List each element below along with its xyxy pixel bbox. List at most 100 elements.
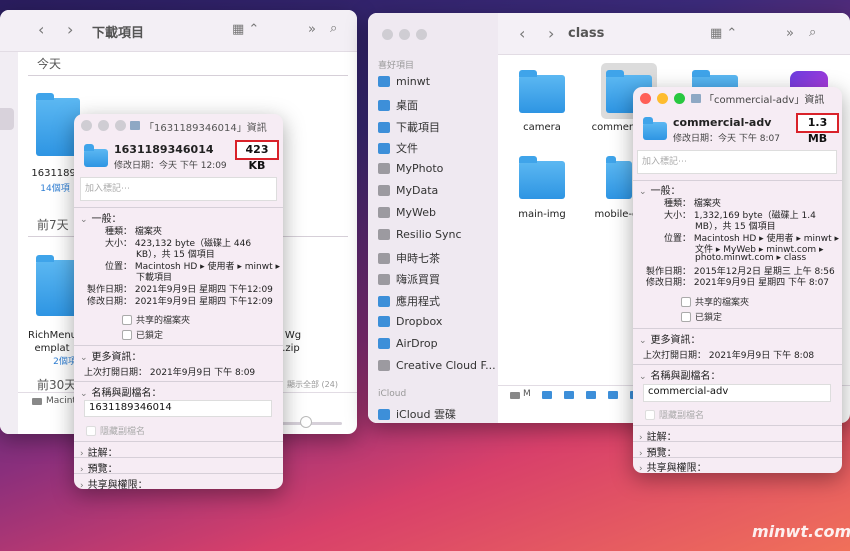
sidebar-item-minwt[interactable]: minwt [378, 75, 430, 88]
folder-title-icon [130, 121, 140, 130]
divider [74, 457, 283, 458]
general-section[interactable]: ⌄ 一般： [639, 182, 681, 197]
locked-checkbox[interactable]: 已鎖定 [122, 328, 163, 341]
checkbox-box[interactable] [122, 329, 132, 340]
zoom-slider-knob[interactable] [300, 416, 312, 428]
folder-icon[interactable] [586, 391, 596, 399]
sidebar-item-label: MyPhoto [396, 162, 444, 175]
more-icon[interactable]: » [308, 22, 316, 37]
checkbox-box[interactable] [681, 296, 691, 307]
sidebar-item-label: 桌面 [396, 99, 418, 112]
close-icon[interactable] [382, 29, 393, 40]
path-first[interactable]: M [523, 389, 531, 399]
zoom-icon[interactable] [115, 120, 126, 131]
minimize-icon[interactable] [657, 93, 668, 104]
divider [74, 381, 283, 382]
tags-field[interactable]: 加入標記⋯ [637, 150, 837, 174]
folder-icon[interactable] [608, 391, 618, 399]
mod-key: 修改日期： [645, 278, 691, 288]
forward-icon[interactable]: › [548, 24, 554, 43]
forward-icon[interactable]: › [67, 20, 73, 39]
checkbox-box[interactable] [122, 314, 132, 325]
sidebar-item-label: 下載項目 [396, 121, 440, 134]
sidebar-item-documents[interactable]: 文件 [378, 140, 418, 156]
last-opened: 上次打開日期： 2021年9月9日 下午 8:08 [643, 351, 815, 361]
minimize-icon[interactable] [98, 120, 109, 131]
group-30days-label: 前30天 [37, 378, 77, 392]
sidebar-item-desktop[interactable]: 桌面 [378, 97, 418, 113]
sidebar-item-resilio[interactable]: Resilio Sync [378, 228, 462, 241]
sharing-section[interactable]: › 共享與權限： [80, 476, 148, 489]
path-folders[interactable] [536, 391, 646, 402]
left-info-window: 「1631189346014」資訊 1631189346014 423 KB 修… [74, 114, 283, 489]
info-name: 1631189346014 [114, 143, 214, 156]
name-ext-section[interactable]: ⌄ 名稱與副檔名： [639, 367, 721, 382]
tags-placeholder: 加入標記⋯ [85, 184, 131, 194]
shared-folder-checkbox[interactable]: 共享的檔案夾 [681, 295, 749, 308]
sidebar-item-creative-cloud[interactable]: Creative Cloud F... [378, 359, 496, 372]
sidebar-item-label: Creative Cloud F... [396, 359, 496, 372]
search-icon[interactable]: ⌕ [330, 21, 337, 36]
shared-label: 共享的檔案夾 [695, 298, 750, 308]
hide-extension-checkbox[interactable]: 隱藏副檔名 [86, 424, 145, 437]
tags-field[interactable]: 加入標記⋯ [80, 177, 277, 201]
left-info-title: 「1631189346014」資訊 [144, 123, 267, 134]
file3-name-a[interactable]: Wg [283, 330, 303, 341]
file3-name-b[interactable]: .zip [281, 343, 301, 354]
view-grid-icon[interactable]: ▦ ⌃ [232, 22, 259, 37]
name-field[interactable]: commercial-adv [643, 384, 831, 402]
view-grid-icon[interactable]: ▦ ⌃ [710, 26, 737, 41]
hide-extension-checkbox[interactable]: 隱藏副檔名 [645, 408, 704, 421]
name-ext-section[interactable]: ⌄ 名稱與副檔名： [80, 384, 162, 399]
file2-name-a[interactable]: RichMenu_ [28, 330, 82, 341]
sidebar-item-applications[interactable]: 應用程式 [378, 293, 440, 309]
zoom-icon[interactable] [674, 93, 685, 104]
sidebar-item-dropbox[interactable]: Dropbox [378, 315, 442, 328]
close-icon[interactable] [640, 93, 651, 104]
folder-icon[interactable] [564, 391, 574, 399]
show-all-link[interactable]: 顯示全部 (24) [287, 379, 338, 390]
folder-icon[interactable] [606, 156, 632, 199]
sharing-section[interactable]: › 共享與權限： [639, 459, 707, 473]
locked-label: 已鎖定 [136, 331, 164, 341]
divider [74, 345, 283, 346]
sidebar-item-myphoto[interactable]: MyPhoto [378, 162, 443, 175]
shared-folder-checkbox[interactable]: 共享的檔案夾 [122, 313, 190, 326]
cloud-icon [378, 408, 390, 420]
more-info-section[interactable]: ⌄ 更多資訊： [639, 331, 701, 346]
checkbox-box[interactable] [645, 409, 655, 420]
folder-icon[interactable] [519, 156, 565, 199]
sidebar-item-icloud-drive[interactable]: iCloud 雲碟 [378, 406, 456, 422]
zoom-icon[interactable] [416, 29, 427, 40]
more-label: 更多資訊： [650, 335, 701, 346]
sidebar-item-downloads[interactable]: 下載項目 [378, 119, 440, 135]
checkbox-box[interactable] [86, 425, 96, 436]
size-badge: 1.3 MB [796, 113, 839, 145]
more-info-section[interactable]: ⌄ 更多資訊： [80, 348, 142, 363]
file2-name-b[interactable]: emplat [32, 343, 72, 354]
sidebar-item-label: AirDrop [396, 337, 438, 350]
back-icon[interactable]: ‹ [519, 24, 525, 43]
folder-icon[interactable] [519, 70, 565, 113]
close-icon[interactable] [81, 120, 92, 131]
sidebar-item-airdrop[interactable]: AirDrop [378, 337, 438, 350]
sidebar-item-myweb[interactable]: MyWeb [378, 206, 436, 219]
back-icon[interactable]: ‹ [38, 20, 44, 39]
item-camera[interactable]: camera [516, 122, 568, 133]
locked-checkbox[interactable]: 已鎖定 [681, 310, 722, 323]
item-main-img[interactable]: main-img [514, 209, 570, 220]
sidebar-item-label: Dropbox [396, 315, 443, 328]
general-section[interactable]: ⌄ 一般： [80, 210, 122, 225]
sidebar-item-mydata[interactable]: MyData [378, 184, 438, 197]
file1-sub: 14個項 [40, 184, 70, 194]
more-icon[interactable]: » [786, 26, 794, 41]
folder-icon[interactable] [542, 391, 552, 399]
name-field[interactable]: 1631189346014 [84, 400, 272, 417]
minimize-icon[interactable] [399, 29, 410, 40]
home-icon [378, 76, 390, 87]
sidebar-item-haipai[interactable]: 嗨派買買 [378, 271, 440, 287]
checkbox-box[interactable] [681, 311, 691, 322]
sidebar-item-shenshi[interactable]: 申時七茶 [378, 250, 440, 266]
search-icon[interactable]: ⌕ [809, 25, 816, 40]
folder-icon [378, 252, 390, 264]
